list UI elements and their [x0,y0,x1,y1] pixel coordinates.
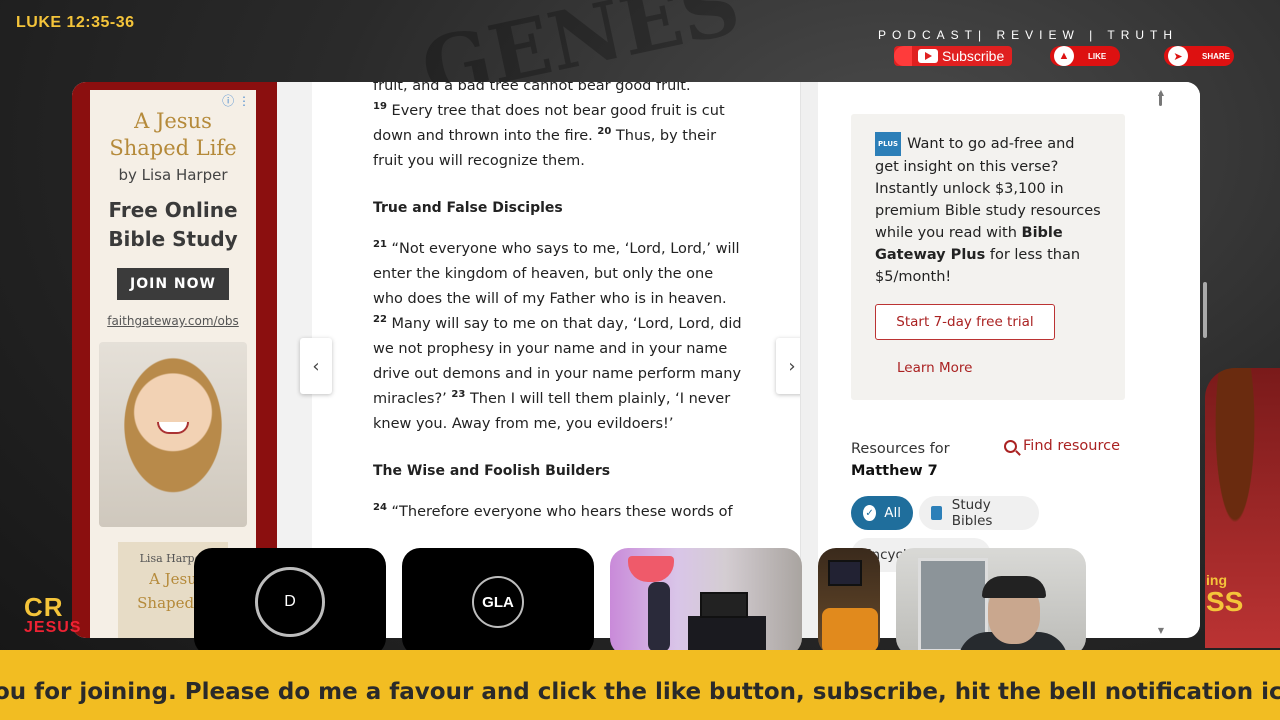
check-icon: ✓ [863,505,877,521]
sofa-shape [822,608,878,654]
verse-number: 22 [373,314,387,326]
youtube-icon [918,49,938,63]
ad-author: by Lisa Harper [118,166,228,184]
ad-link[interactable]: faithgateway.com/obs [90,314,256,328]
filter-chip-study-bibles[interactable]: Study Bibles [919,496,1039,530]
ad-photo-smile [157,422,189,434]
previous-chapter-button[interactable]: ‹ [300,338,332,394]
verse-number: 19 [373,101,387,113]
chevron-left-icon: ‹ [312,355,320,377]
search-icon [1004,439,1017,453]
resources-book: Matthew 7 [851,463,938,479]
window-scrollbar[interactable] [1203,282,1207,338]
share-button[interactable]: ➤ SHARE [1164,46,1234,66]
section-heading: True and False Disciples [373,200,563,216]
verse-number: 20 [597,126,612,138]
plus-badge: PLUS [875,132,902,156]
like-button[interactable]: ▲ LIKE [1050,46,1120,66]
subscribe-label: Subscribe [942,48,1005,64]
ad-headline-line1: Free Online [108,198,238,222]
learn-more-link[interactable]: Learn More [897,360,1101,376]
verse-text: “Not everyone who says to me, ‘Lord, Lor… [373,241,740,307]
lamp-shape [628,556,674,582]
channel-tagline: PODCAST| REVIEW | TRUTH [878,28,1179,42]
news-ticker: ou for joining. Please do me a favour an… [0,650,1280,720]
promo-body: Want to go ad-free and get insight on th… [875,136,1101,241]
desk-shape [688,616,766,652]
participant-video-tile[interactable] [610,548,802,656]
verse-21-23: 21 “Not everyone who says to me, ‘Lord, … [373,237,743,437]
person-cap-shape [982,576,1046,598]
verse-fragment: fruit, and a bad tree cannot bear good f… [373,82,691,94]
participant-tile[interactable]: GLA [402,548,594,656]
monitor-shape [700,592,748,618]
passage-text: fruit, and a bad tree cannot bear good f… [373,82,743,547]
participant-video-tile[interactable] [896,548,1086,656]
verse-number: 24 [373,502,387,514]
verse-19-20: 19 Every tree that does not bear good fr… [373,99,743,174]
scrollbar-thumb[interactable] [1159,92,1162,106]
ad-headline: Free Online Bible Study [90,196,256,254]
avatar: GLA [472,576,524,628]
ad-title: A Jesus Shaped Life [90,108,256,162]
share-label: SHARE [1202,51,1231,61]
promo-text: PLUS Want to go ad-free and get insight o… [875,132,1101,288]
verse-number: 23 [451,389,466,401]
verse-text: “Therefore everyone who hears these word… [391,504,733,520]
book-icon [931,506,942,520]
verse-reference: LUKE 12:35-36 [16,14,135,31]
ad-title-line2: Shaped Life [109,136,237,160]
right-brand-line2: SS [1206,586,1244,617]
verse-number: 21 [373,239,387,251]
like-label: LIKE [1088,51,1107,61]
ticker-text: ou for joining. Please do me a favour an… [0,679,1280,705]
chair-shape [648,582,670,652]
section-heading: The Wise and Foolish Builders [373,463,611,479]
subscribe-button[interactable]: Subscribe [894,46,1012,66]
find-resource-link[interactable]: Find resource [1004,438,1120,454]
resources-label: Resources for Matthew 7 [851,438,950,482]
tv-shape [828,560,862,586]
bell-icon [894,46,912,66]
thumbs-up-icon: ▲ [1054,46,1074,66]
filter-chip-all[interactable]: ✓ All [851,496,913,530]
join-now-button[interactable]: JOIN NOW [117,268,229,300]
ad-title-line1: A Jesus [134,109,212,133]
plus-promo: PLUS Want to go ad-free and get insight o… [851,114,1125,400]
avatar: D [255,567,325,637]
ad-headline-line2: Bible Study [108,227,238,251]
scroll-down-icon[interactable]: ▼ [1158,626,1164,635]
left-brand-line2: JESUS [24,619,82,636]
verse-24: 24 “Therefore everyone who hears these w… [373,500,743,525]
participant-video-tile[interactable] [818,548,880,656]
left-brand-text: CR JESUS [24,592,81,637]
resources-for: Resources for [851,441,950,457]
chevron-right-icon: › [788,355,796,377]
right-brand-text: ing SS [1206,572,1243,616]
pane-divider[interactable] [800,82,818,638]
start-trial-button[interactable]: Start 7-day free trial [875,304,1055,340]
ad-info-icon[interactable]: ⓘ ⋮ [222,92,250,109]
share-icon: ➤ [1168,46,1188,66]
chip-label: Study Bibles [951,497,993,529]
ad-photo [99,342,247,527]
find-resource-label: Find resource [1023,438,1121,454]
participant-tile[interactable]: D [194,548,386,656]
chip-label: All [884,505,901,521]
